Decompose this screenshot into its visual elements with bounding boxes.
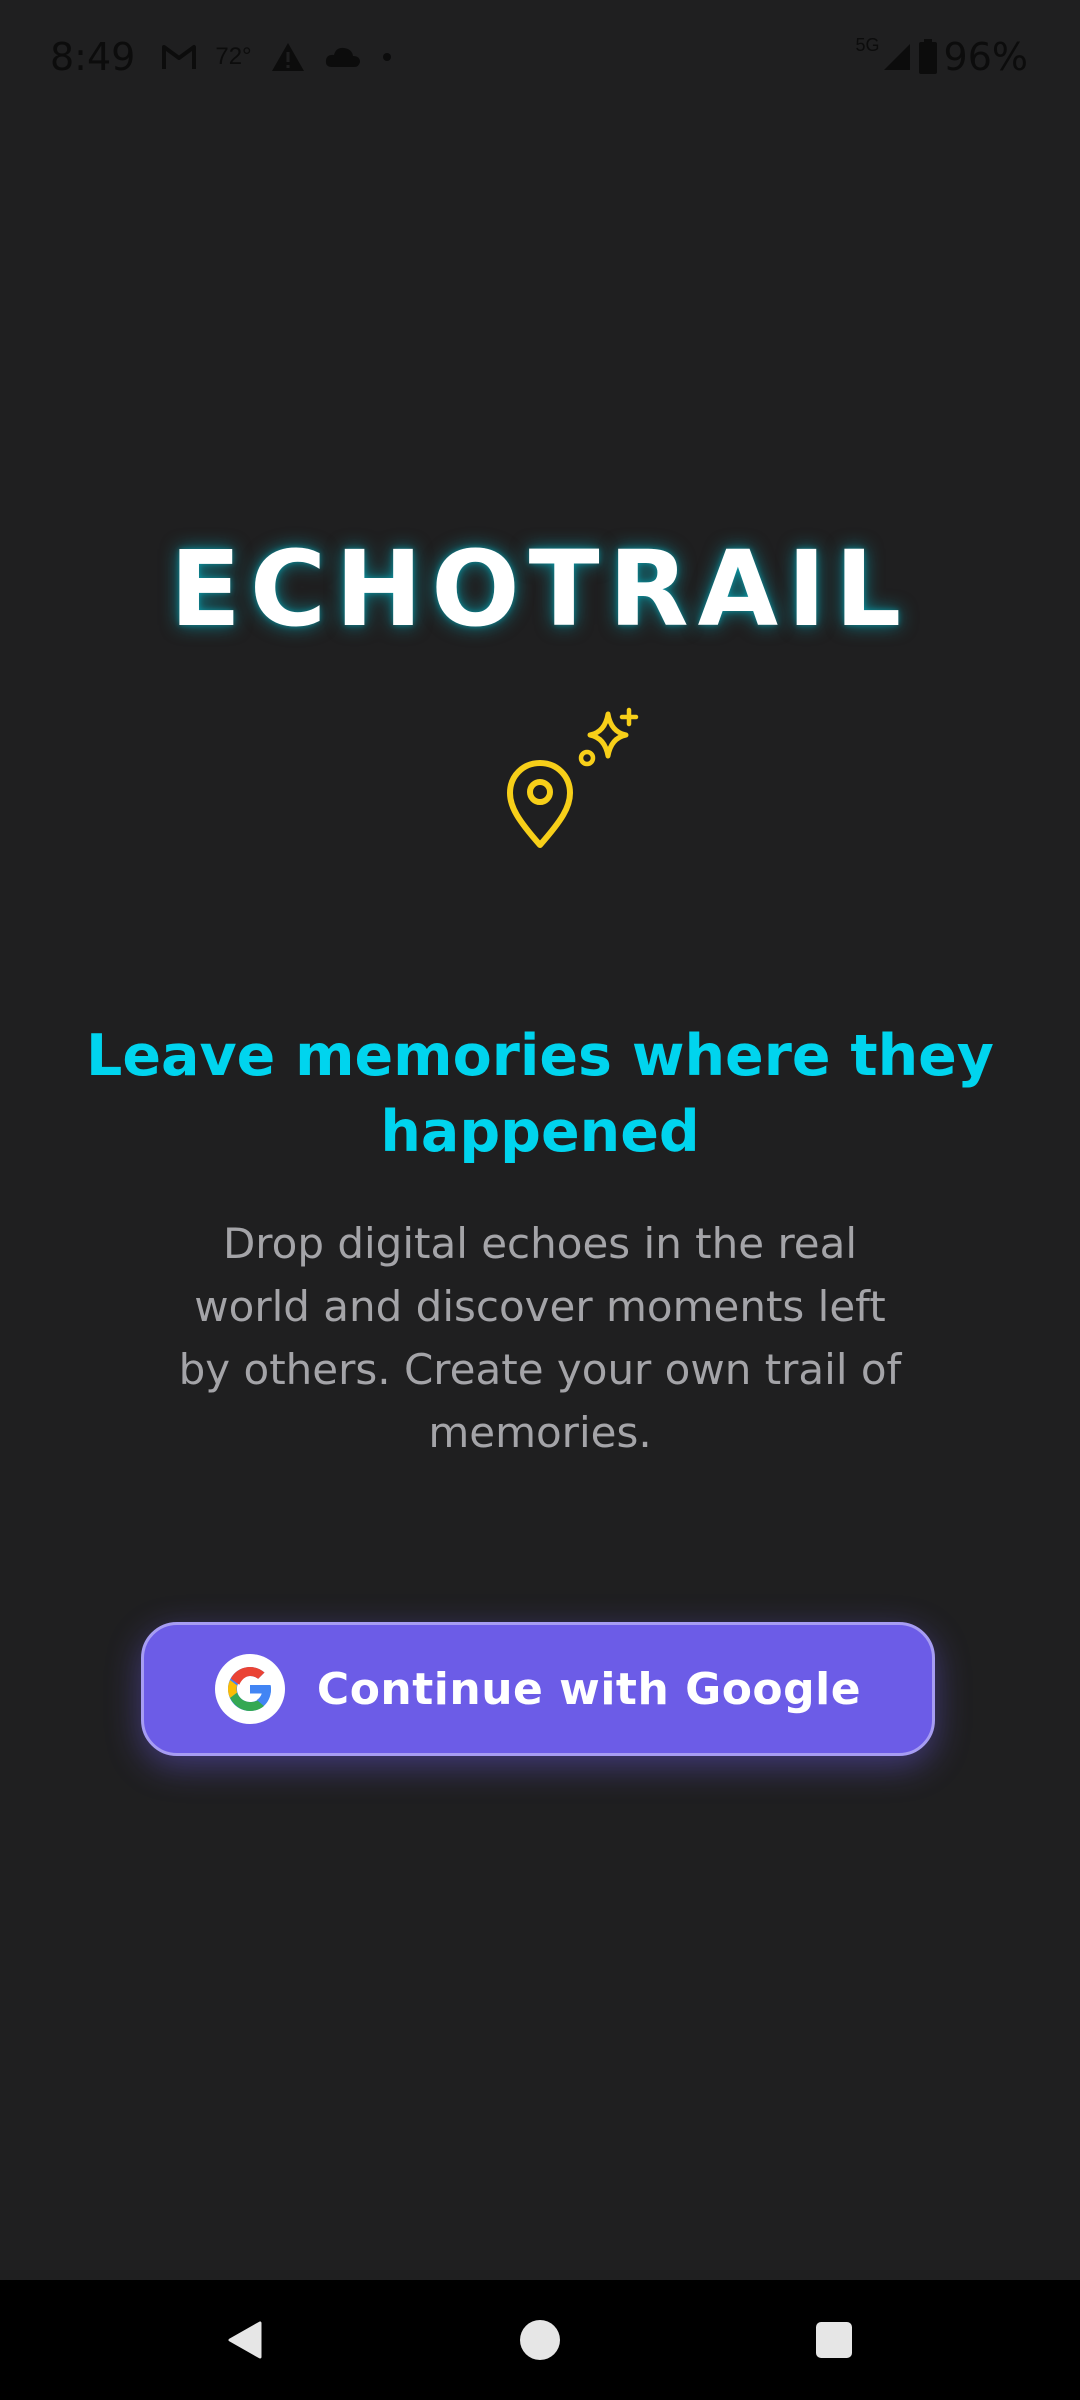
- battery-percent: 96%: [943, 35, 1028, 79]
- google-icon: [214, 1654, 285, 1724]
- cloud-icon: [324, 45, 362, 69]
- status-left: 8:49 72°: [50, 30, 412, 84]
- network-type: 5G: [855, 34, 880, 55]
- status-time: 8:49: [50, 35, 136, 79]
- home-icon[interactable]: [510, 2310, 570, 2370]
- description: Drop digital echoes in the real world an…: [178, 1219, 902, 1457]
- dot-icon: [380, 50, 394, 64]
- signal-icon: [882, 42, 912, 72]
- status-bar: 8:49 72° 5G 96%: [0, 0, 1080, 112]
- back-icon[interactable]: [216, 2310, 276, 2370]
- alert-icon: [270, 41, 306, 73]
- status-right: 5G 96%: [856, 30, 1028, 84]
- gmail-icon: [161, 43, 197, 71]
- headline: Leave memories where they happened: [86, 1023, 994, 1165]
- battery-icon: [918, 39, 938, 75]
- location-pin-sparkle-icon: [498, 705, 648, 855]
- app-title: ECHOTRAIL: [169, 528, 911, 650]
- continue-with-google-button[interactable]: Continue with Google: [141, 1622, 935, 1756]
- google-button-label: Continue with Google: [316, 1663, 862, 1715]
- recents-icon[interactable]: [804, 2310, 864, 2370]
- status-temperature: 72°: [215, 43, 252, 70]
- system-nav-bar: [0, 2280, 1080, 2400]
